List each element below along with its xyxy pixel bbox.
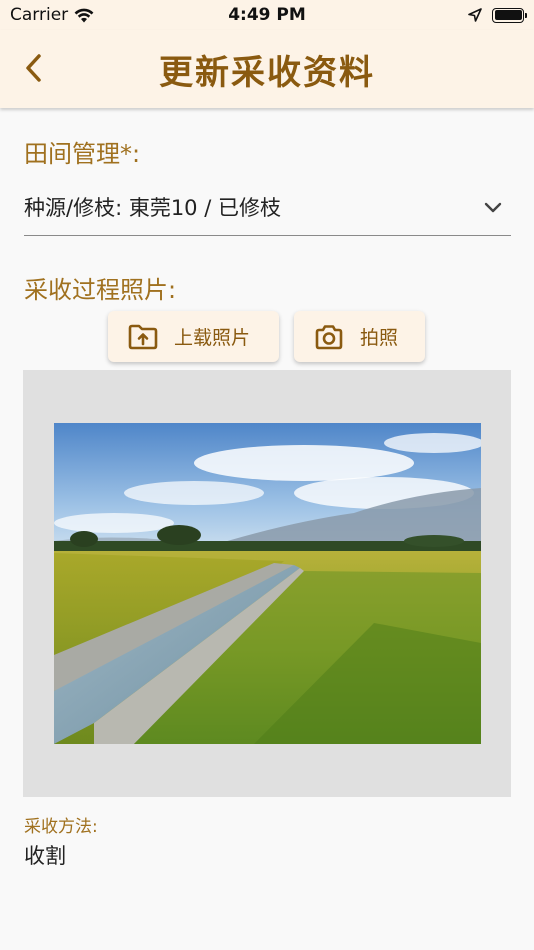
take-photo-button[interactable]: 拍照 bbox=[294, 311, 425, 362]
status-bar: Carrier 4:49 PM bbox=[0, 0, 534, 30]
status-right bbox=[468, 7, 527, 23]
take-photo-label: 拍照 bbox=[360, 327, 399, 349]
page-title: 更新采收资料 bbox=[159, 52, 375, 93]
field-management-value: 种源/修枝: 東莞10 / 已修枝 bbox=[24, 195, 281, 220]
harvest-method-label: 采收方法: bbox=[24, 817, 98, 837]
harvest-photo[interactable] bbox=[54, 423, 481, 744]
status-left: Carrier bbox=[10, 5, 94, 25]
chevron-down-icon bbox=[484, 202, 502, 212]
upload-photo-button[interactable]: 上载照片 bbox=[108, 311, 279, 362]
field-management-label: 田间管理*: bbox=[24, 140, 141, 168]
location-arrow-icon bbox=[468, 8, 482, 22]
upload-photo-label: 上载照片 bbox=[174, 327, 251, 349]
field-management-dropdown[interactable]: 种源/修枝: 東莞10 / 已修枝 bbox=[24, 178, 511, 236]
camera-icon bbox=[315, 324, 343, 349]
folder-upload-icon bbox=[128, 324, 158, 349]
back-button[interactable] bbox=[18, 50, 48, 86]
chevron-left-icon bbox=[26, 54, 41, 82]
harvest-method-value: 收割 bbox=[24, 844, 66, 868]
nav-bar: 更新采收资料 bbox=[0, 30, 534, 108]
carrier-label: Carrier bbox=[10, 5, 69, 25]
battery-icon bbox=[492, 7, 527, 23]
rice-field-image bbox=[54, 423, 481, 744]
harvest-photos-label: 采收过程照片: bbox=[24, 276, 177, 304]
photo-preview-panel bbox=[23, 370, 511, 797]
wifi-icon bbox=[74, 8, 94, 22]
